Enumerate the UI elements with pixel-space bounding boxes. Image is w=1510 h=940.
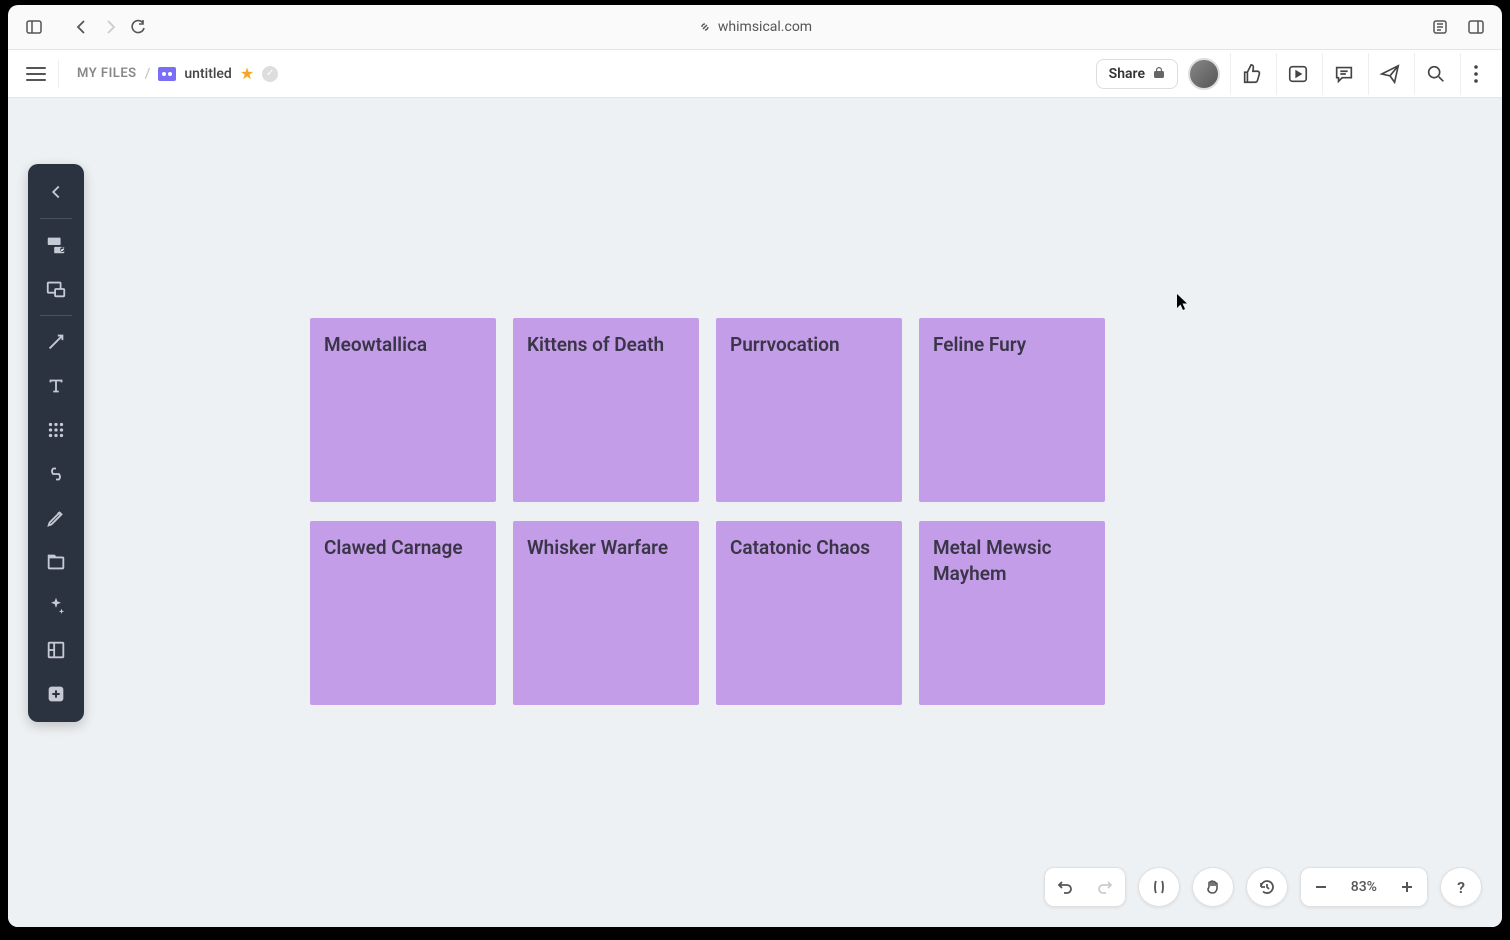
sticky-note[interactable]: Clawed Carnage	[310, 521, 496, 705]
url-text: whimsical.com	[718, 19, 812, 35]
address-bar[interactable]: whimsical.com	[698, 19, 812, 35]
avatar[interactable]	[1188, 58, 1220, 90]
sticky-note[interactable]: Feline Fury	[919, 318, 1105, 502]
browser-toolbar: whimsical.com	[8, 5, 1502, 50]
sticky-note[interactable]: Whisker Warfare	[513, 521, 699, 705]
sticky-note[interactable]: Catatonic Chaos	[716, 521, 902, 705]
send-icon[interactable]	[1368, 53, 1410, 95]
zoom-level[interactable]: 83%	[1341, 879, 1387, 895]
tool-palette	[28, 164, 84, 722]
more-icon[interactable]	[1460, 53, 1490, 95]
theme-button[interactable]	[1138, 867, 1180, 907]
connector-tool-icon[interactable]	[36, 322, 76, 362]
document-title[interactable]: untitled	[184, 66, 231, 82]
history-button[interactable]	[1246, 867, 1288, 907]
sticky-note-text: Meowtallica	[324, 333, 427, 356]
link-icon	[698, 20, 712, 34]
star-icon[interactable]: ★	[240, 64, 254, 83]
section-tool-icon[interactable]	[36, 542, 76, 582]
sticky-note-text: Clawed Carnage	[324, 536, 463, 559]
share-button[interactable]: Share	[1096, 59, 1178, 89]
share-sheet-icon[interactable]	[1426, 13, 1454, 41]
sticky-note-text: Purrvocation	[730, 333, 840, 356]
undo-redo-group	[1044, 867, 1126, 907]
forward-icon	[96, 13, 124, 41]
breadcrumb-root[interactable]: MY FILES	[77, 66, 137, 81]
grid-tool-icon[interactable]	[36, 410, 76, 450]
sticky-note-text: Metal Mewsic Mayhem	[933, 536, 1052, 585]
wireframe-tool-icon[interactable]	[36, 225, 76, 265]
breadcrumb: MY FILES / untitled ★ ✓	[77, 64, 278, 83]
comments-icon[interactable]	[1322, 53, 1364, 95]
redo-icon	[1085, 867, 1125, 907]
sticky-note-text: Feline Fury	[933, 333, 1026, 356]
sticky-note-text: Catatonic Chaos	[730, 536, 870, 559]
back-icon[interactable]	[68, 13, 96, 41]
template-tool-icon[interactable]	[36, 630, 76, 670]
text-tool-icon[interactable]	[36, 366, 76, 406]
undo-icon[interactable]	[1045, 867, 1085, 907]
thumbs-up-icon[interactable]	[1230, 53, 1272, 95]
search-icon[interactable]	[1414, 53, 1456, 95]
ai-tool-icon[interactable]	[36, 586, 76, 626]
canvas[interactable]: Meowtallica Kittens of Death Purrvocatio…	[8, 98, 1502, 927]
zoom-out-icon[interactable]	[1301, 867, 1341, 907]
frame-tool-icon[interactable]	[36, 269, 76, 309]
sticky-note-text: Kittens of Death	[527, 333, 664, 356]
lock-icon	[1153, 66, 1165, 81]
sticky-note[interactable]: Kittens of Death	[513, 318, 699, 502]
sticky-note-text: Whisker Warfare	[527, 536, 668, 559]
link-tool-icon[interactable]	[36, 454, 76, 494]
help-button[interactable]: ?	[1440, 867, 1482, 907]
menu-icon[interactable]	[20, 58, 52, 90]
zoom-in-icon[interactable]	[1387, 867, 1427, 907]
present-icon[interactable]	[1276, 53, 1318, 95]
tabs-icon[interactable]	[1462, 13, 1490, 41]
sticky-note[interactable]: Purrvocation	[716, 318, 902, 502]
sync-status-icon: ✓	[262, 66, 278, 82]
hand-tool-button[interactable]	[1192, 867, 1234, 907]
collapse-toolbar-icon[interactable]	[36, 172, 76, 212]
share-label: Share	[1109, 66, 1145, 82]
zoom-group: 83%	[1300, 867, 1428, 907]
board-type-icon	[158, 67, 176, 81]
bottom-toolbar: 83% ?	[1044, 867, 1482, 907]
pencil-tool-icon[interactable]	[36, 498, 76, 538]
app-window: MY FILES / untitled ★ ✓ Share	[8, 50, 1502, 927]
reload-icon[interactable]	[124, 13, 152, 41]
sticky-note[interactable]: Meowtallica	[310, 318, 496, 502]
add-tool-icon[interactable]	[36, 674, 76, 714]
sidebar-toggle-icon[interactable]	[20, 13, 48, 41]
app-topbar: MY FILES / untitled ★ ✓ Share	[8, 50, 1502, 98]
mouse-cursor-icon	[1176, 293, 1188, 309]
sticky-note[interactable]: Metal Mewsic Mayhem	[919, 521, 1105, 705]
breadcrumb-separator: /	[145, 66, 151, 82]
